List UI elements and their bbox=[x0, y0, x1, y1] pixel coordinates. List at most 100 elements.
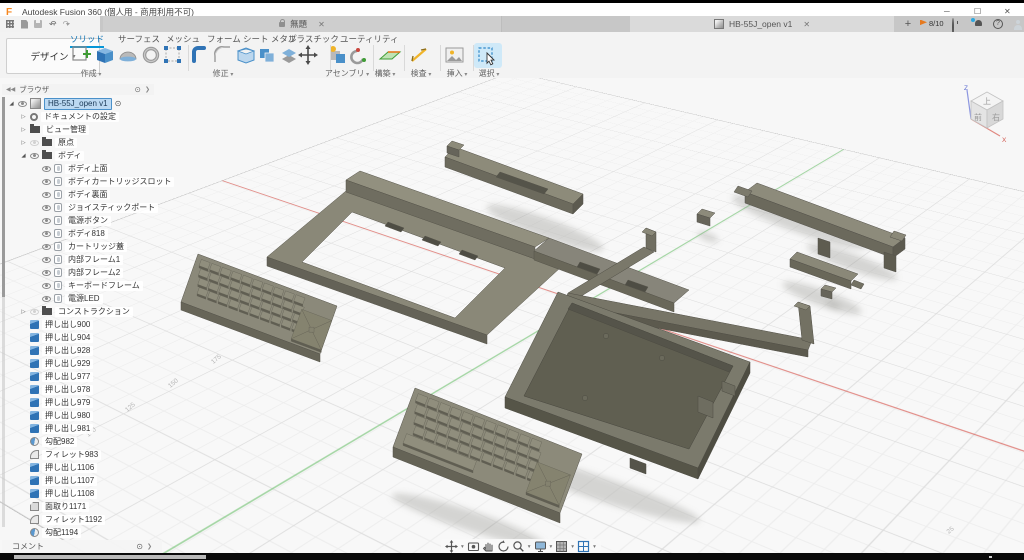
feature-item[interactable]: 押し出し928 bbox=[6, 344, 174, 357]
browser-item[interactable]: ▷原点 bbox=[6, 136, 174, 149]
visibility-eye-icon[interactable] bbox=[42, 166, 51, 172]
feature-item[interactable]: 押し出し1108 bbox=[6, 487, 174, 500]
feature-item[interactable]: 勾配1194 bbox=[6, 526, 174, 539]
tab-untitled[interactable]: 無題 ✕ bbox=[103, 16, 502, 32]
comments-expand-icon[interactable]: ❯ bbox=[147, 543, 152, 550]
browser-item[interactable]: 内部フレーム2 bbox=[6, 266, 174, 279]
caret-icon[interactable]: ▾ bbox=[571, 544, 574, 550]
visibility-eye-icon[interactable] bbox=[42, 257, 51, 263]
feature-item[interactable]: 押し出し1107 bbox=[6, 474, 174, 487]
save-icon[interactable] bbox=[34, 20, 42, 28]
browser-item[interactable]: ボディ818 bbox=[6, 227, 174, 240]
feature-item[interactable]: フィレット983 bbox=[6, 448, 174, 461]
orbit-icon[interactable] bbox=[497, 540, 510, 553]
help-icon[interactable]: ? bbox=[993, 19, 1003, 29]
browser-item[interactable]: ◢HB-55J_open v1⊙ bbox=[6, 97, 174, 110]
caret-icon[interactable]: ▾ bbox=[528, 544, 531, 550]
browser-panel-header[interactable]: ◀◀ ブラウザ ⊙ ❯ bbox=[2, 84, 154, 95]
feature-item[interactable]: 押し出し977 bbox=[6, 370, 174, 383]
model-part-power-button[interactable] bbox=[697, 209, 715, 226]
browser-item[interactable]: キーボードフレーム bbox=[6, 279, 174, 292]
comments-options-icon[interactable]: ⊙ bbox=[136, 542, 143, 551]
maximize-button[interactable]: ☐ bbox=[974, 7, 981, 16]
visibility-eye-icon[interactable] bbox=[30, 140, 39, 146]
shell-icon[interactable] bbox=[238, 48, 254, 63]
collapse-panel-icon[interactable]: ◀◀ bbox=[6, 86, 15, 93]
pattern-icon[interactable] bbox=[164, 46, 181, 63]
visibility-eye-icon[interactable] bbox=[42, 205, 51, 211]
feature-item[interactable]: フィレット1192 bbox=[6, 513, 174, 526]
measure-icon[interactable] bbox=[412, 49, 426, 61]
joint-icon[interactable] bbox=[351, 48, 366, 63]
redo-button[interactable]: ↷▾ bbox=[63, 19, 70, 29]
browser-item[interactable]: ◢ボディ bbox=[6, 149, 174, 162]
undo-button[interactable]: ↶▾ bbox=[49, 19, 56, 29]
select-icon[interactable] bbox=[479, 48, 494, 65]
browser-item[interactable]: ボディカートリッジスロット bbox=[6, 175, 174, 188]
extrude-icon[interactable] bbox=[97, 48, 113, 63]
collapsed-arrow-icon[interactable]: ▷ bbox=[20, 114, 27, 120]
viewports-icon[interactable] bbox=[577, 540, 590, 553]
feature-item[interactable]: 押し出し900 bbox=[6, 318, 174, 331]
feature-item[interactable]: 押し出し1106 bbox=[6, 461, 174, 474]
comments-panel-bar[interactable]: コメント ⊙ ❯ bbox=[2, 540, 162, 553]
new-tab-button[interactable]: + bbox=[901, 17, 915, 31]
offset-face-icon[interactable] bbox=[282, 49, 296, 63]
browser-item[interactable]: ▷ビュー管理 bbox=[6, 123, 174, 136]
tab-close-icon[interactable]: ✕ bbox=[803, 20, 810, 29]
feature-item[interactable]: 面取り1171 bbox=[6, 500, 174, 513]
caret-icon[interactable]: ▾ bbox=[461, 544, 464, 550]
expanded-arrow-icon[interactable]: ◢ bbox=[20, 153, 27, 159]
ground-indicator-icon[interactable]: ⊙ bbox=[115, 99, 122, 108]
feature-item[interactable]: 押し出し980 bbox=[6, 409, 174, 422]
minimize-button[interactable]: ─ bbox=[944, 7, 950, 16]
model-part-cartridge-slot-cover[interactable] bbox=[445, 141, 583, 214]
visibility-eye-icon[interactable] bbox=[42, 231, 51, 237]
insert-image-icon[interactable] bbox=[446, 48, 463, 62]
new-component-icon[interactable] bbox=[330, 46, 345, 63]
browser-item[interactable]: ▷コンストラクション bbox=[6, 305, 174, 318]
visibility-eye-icon[interactable] bbox=[18, 101, 27, 107]
browser-item[interactable]: ▷ドキュメントの設定 bbox=[6, 110, 174, 123]
visibility-eye-icon[interactable] bbox=[42, 218, 51, 224]
close-button[interactable]: ✕ bbox=[1004, 7, 1011, 16]
browser-item[interactable]: ボディ裏面 bbox=[6, 188, 174, 201]
caret-icon[interactable]: ▾ bbox=[593, 544, 596, 550]
file-menu-button[interactable]: ▾ bbox=[21, 20, 27, 29]
visibility-eye-icon[interactable] bbox=[30, 153, 39, 159]
create-sketch-icon[interactable] bbox=[73, 47, 91, 60]
construction-plane-icon[interactable] bbox=[380, 52, 400, 59]
caret-icon[interactable]: ▾ bbox=[550, 544, 553, 550]
model-part-rear-panel[interactable] bbox=[734, 183, 906, 272]
pan-icon[interactable] bbox=[445, 540, 458, 553]
combine-icon[interactable] bbox=[260, 49, 274, 62]
collapsed-arrow-icon[interactable]: ▷ bbox=[20, 309, 27, 315]
hand-pan-icon[interactable] bbox=[482, 540, 495, 553]
visibility-eye-icon[interactable] bbox=[30, 309, 39, 315]
grid-settings-icon[interactable] bbox=[555, 540, 568, 553]
browser-item[interactable]: 電源LED bbox=[6, 292, 174, 305]
tab-close-icon[interactable]: ✕ bbox=[318, 20, 325, 29]
press-pull-icon[interactable] bbox=[194, 48, 204, 61]
data-panel-toggle-icon[interactable] bbox=[6, 20, 14, 28]
browser-item[interactable]: 内部フレーム1 bbox=[6, 253, 174, 266]
visibility-eye-icon[interactable] bbox=[42, 283, 51, 289]
browser-scrollbar[interactable] bbox=[2, 97, 5, 527]
collapsed-arrow-icon[interactable]: ▷ bbox=[20, 127, 27, 133]
visibility-eye-icon[interactable] bbox=[42, 179, 51, 185]
panel-expand-icon[interactable]: ❯ bbox=[145, 86, 150, 93]
browser-item[interactable]: 電源ボタン bbox=[6, 214, 174, 227]
collapsed-arrow-icon[interactable]: ▷ bbox=[20, 140, 27, 146]
move-icon[interactable] bbox=[298, 45, 318, 65]
tab-hb55j-open[interactable]: HB-55J_open v1 ✕ bbox=[630, 16, 894, 32]
browser-item[interactable]: ボディ上面 bbox=[6, 162, 174, 175]
fillet-icon[interactable] bbox=[215, 47, 230, 62]
extensions-badge[interactable]: 8/10 bbox=[920, 19, 944, 28]
look-at-icon[interactable] bbox=[467, 540, 480, 553]
visibility-eye-icon[interactable] bbox=[42, 296, 51, 302]
feature-item[interactable]: 押し出し981 bbox=[6, 422, 174, 435]
feature-item[interactable]: 押し出し978 bbox=[6, 383, 174, 396]
expanded-arrow-icon[interactable]: ◢ bbox=[8, 101, 15, 107]
visibility-eye-icon[interactable] bbox=[42, 244, 51, 250]
display-settings-icon[interactable] bbox=[534, 540, 547, 553]
